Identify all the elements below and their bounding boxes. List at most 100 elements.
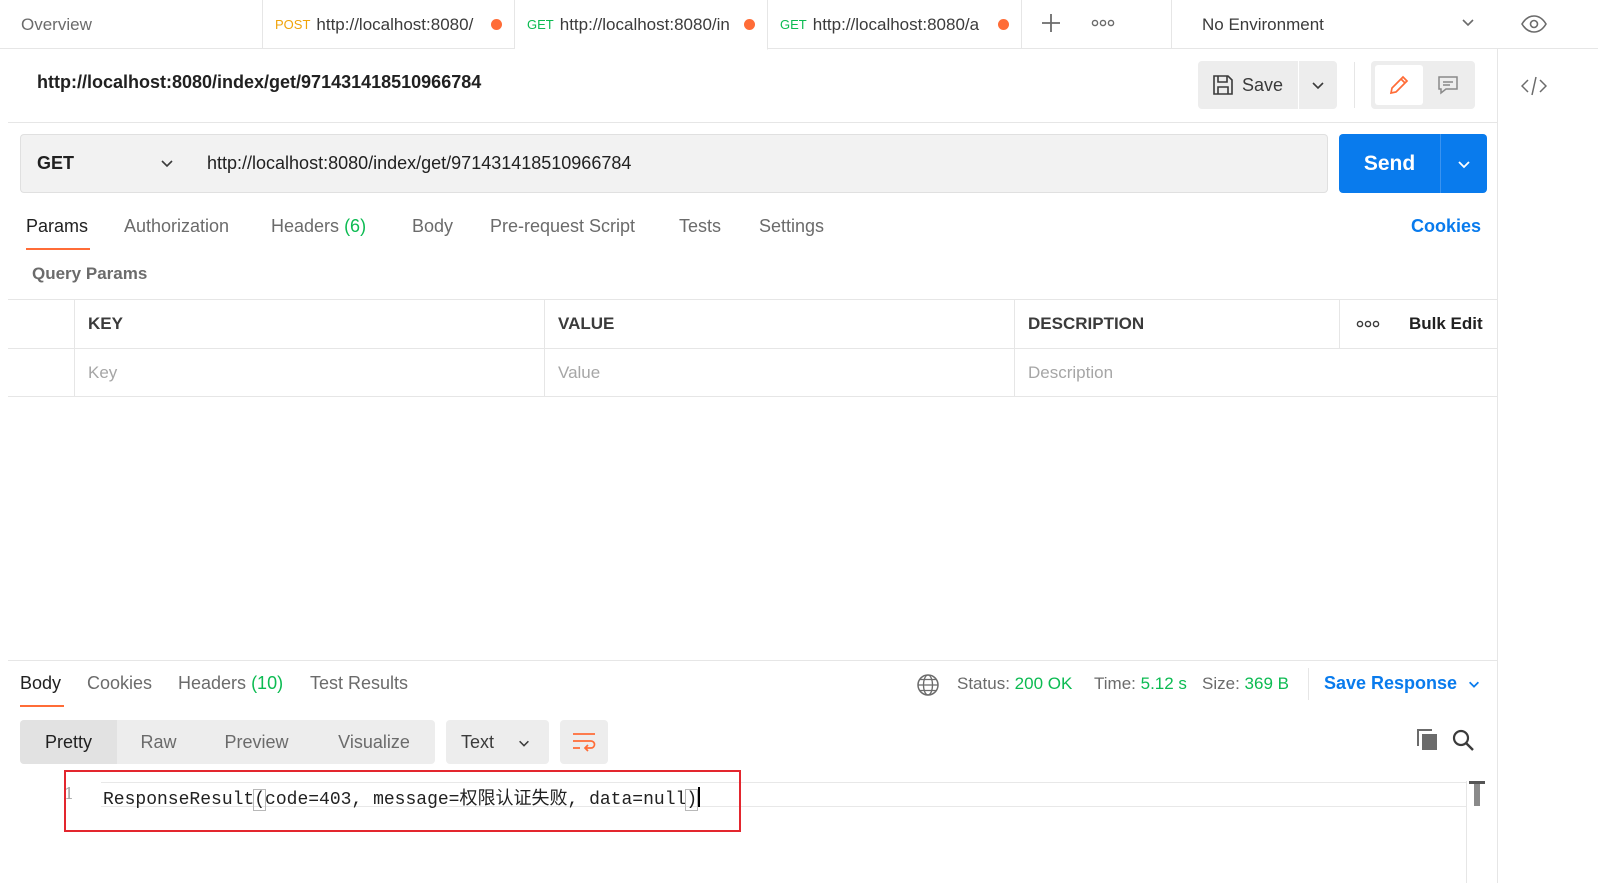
format-toggle: Pretty Raw Preview Visualize	[20, 720, 435, 764]
key-input[interactable]: Key	[74, 349, 544, 397]
chevron-down-icon	[519, 740, 529, 747]
method-select[interactable]: GET	[20, 134, 192, 193]
response-headers-label: Headers	[178, 673, 247, 693]
right-sidebar-divider	[1497, 49, 1498, 883]
scrollbar-thumb[interactable]	[1468, 781, 1486, 807]
search-icon[interactable]	[1451, 728, 1475, 757]
size-value: 369 B	[1244, 674, 1289, 693]
response-tab-cookies[interactable]: Cookies	[87, 673, 152, 694]
tab-overview-label: Overview	[21, 14, 92, 34]
annotation-highlight-box	[64, 770, 741, 832]
format-visualize[interactable]: Visualize	[313, 720, 435, 764]
column-options-icon[interactable]	[1339, 300, 1395, 348]
column-header-key: KEY	[74, 300, 544, 348]
status-indicator[interactable]: Status: 200 OK	[957, 674, 1072, 694]
value-input[interactable]: Value	[544, 349, 1014, 397]
unsaved-dot-icon	[744, 19, 755, 30]
time-label: Time:	[1094, 674, 1136, 693]
response-tab-headers[interactable]: Headers (10)	[178, 673, 283, 694]
chevron-down-icon	[1312, 82, 1324, 90]
bulk-edit-button[interactable]: Bulk Edit	[1395, 300, 1498, 348]
tab-body[interactable]: Body	[412, 216, 453, 246]
url-value: http://localhost:8080/index/get/97143141…	[207, 153, 632, 173]
active-tab-indicator	[26, 248, 90, 250]
wrap-lines-icon[interactable]	[560, 720, 608, 764]
save-options-dropdown[interactable]	[1299, 61, 1337, 109]
save-response-label: Save Response	[1324, 673, 1458, 693]
time-value: 5.12 s	[1140, 674, 1187, 693]
response-pane-divider[interactable]	[8, 660, 1498, 661]
column-header-description: DESCRIPTION	[1014, 300, 1339, 348]
tab-params[interactable]: Params	[26, 216, 88, 246]
column-header-value: VALUE	[544, 300, 1014, 348]
tab-headers-label: Headers	[271, 216, 340, 236]
format-preview[interactable]: Preview	[200, 720, 313, 764]
format-pretty[interactable]: Pretty	[20, 720, 117, 764]
response-tab-body[interactable]: Body	[20, 673, 61, 694]
method-value: GET	[37, 153, 75, 173]
tab-authorization[interactable]: Authorization	[124, 216, 229, 246]
eye-icon[interactable]	[1518, 8, 1550, 40]
comment-icon[interactable]	[1425, 65, 1471, 105]
unsaved-dot-icon	[998, 19, 1009, 30]
copy-icon[interactable]	[1415, 728, 1439, 757]
cookies-link[interactable]: Cookies	[1411, 216, 1481, 237]
table-row: Key Value Description	[8, 349, 1498, 398]
active-tab-indicator	[20, 705, 64, 707]
size-label: Size:	[1202, 674, 1240, 693]
tab-request-get[interactable]: GET http://localhost:8080/a	[768, 0, 1022, 49]
tab-pre-request-script[interactable]: Pre-request Script	[490, 216, 635, 246]
more-tabs-icon[interactable]	[1086, 6, 1120, 40]
divider	[8, 122, 1498, 123]
response-headers-count: (10)	[251, 673, 284, 693]
mode-toggle	[1371, 61, 1475, 109]
environment-selector[interactable]: No Environment	[1171, 0, 1498, 49]
environment-label: No Environment	[1202, 14, 1324, 34]
query-params-table: KEY VALUE DESCRIPTION Bulk Edit Key Valu…	[8, 299, 1498, 397]
url-input[interactable]: http://localhost:8080/index/get/97143141…	[191, 134, 1328, 193]
response-type-select[interactable]: Text	[446, 720, 549, 764]
tab-overview[interactable]: Overview	[8, 0, 263, 49]
tab-url-label: http://localhost:8080/	[316, 14, 474, 34]
tab-bar: Overview POST http://localhost:8080/ GET…	[0, 0, 1598, 50]
time-indicator[interactable]: Time: 5.12 s	[1094, 674, 1187, 694]
unsaved-dot-icon	[491, 19, 502, 30]
code-snippet-icon[interactable]	[1518, 70, 1550, 102]
headers-count: (6)	[344, 216, 367, 236]
tab-headers[interactable]: Headers (6)	[271, 216, 366, 246]
tab-method-badge: GET	[527, 17, 554, 32]
new-tab-plus-icon[interactable]	[1034, 6, 1068, 40]
scrollbar-track	[1466, 781, 1467, 883]
send-label: Send	[1363, 151, 1416, 175]
send-options-dropdown[interactable]	[1440, 134, 1487, 193]
save-button[interactable]: Save	[1198, 61, 1298, 109]
edit-pencil-icon[interactable]	[1375, 65, 1423, 105]
status-value: 200 OK	[1014, 674, 1073, 693]
tab-request-get-active[interactable]: GET http://localhost:8080/in	[515, 0, 768, 50]
table-header-row: KEY VALUE DESCRIPTION Bulk Edit	[8, 300, 1498, 349]
size-indicator[interactable]: Size: 369 B	[1202, 674, 1289, 694]
save-label: Save	[1242, 74, 1284, 95]
save-icon	[1213, 75, 1233, 95]
tab-tests[interactable]: Tests	[679, 216, 721, 246]
status-label: Status:	[957, 674, 1010, 693]
chevron-down-icon	[1462, 19, 1474, 27]
response-tab-test-results[interactable]: Test Results	[310, 673, 408, 694]
request-title[interactable]: http://localhost:8080/index/get/97143141…	[37, 72, 481, 93]
tab-method-badge: POST	[275, 17, 311, 32]
chevron-down-icon	[1469, 681, 1480, 688]
save-response-button[interactable]: Save Response	[1324, 673, 1481, 694]
tab-url-label: http://localhost:8080/in	[559, 14, 730, 34]
description-input[interactable]: Description	[1014, 349, 1498, 397]
tab-url-label: http://localhost:8080/a	[812, 14, 980, 34]
response-type-value: Text	[461, 731, 495, 752]
globe-icon[interactable]	[916, 673, 940, 702]
send-button[interactable]: Send	[1339, 134, 1440, 193]
format-raw[interactable]: Raw	[117, 720, 200, 764]
divider	[1354, 62, 1355, 108]
query-params-heading: Query Params	[32, 264, 148, 283]
tab-settings[interactable]: Settings	[759, 216, 824, 246]
chevron-down-icon	[1458, 160, 1470, 168]
chevron-down-icon	[161, 160, 173, 168]
tab-request-post[interactable]: POST http://localhost:8080/	[263, 0, 515, 49]
